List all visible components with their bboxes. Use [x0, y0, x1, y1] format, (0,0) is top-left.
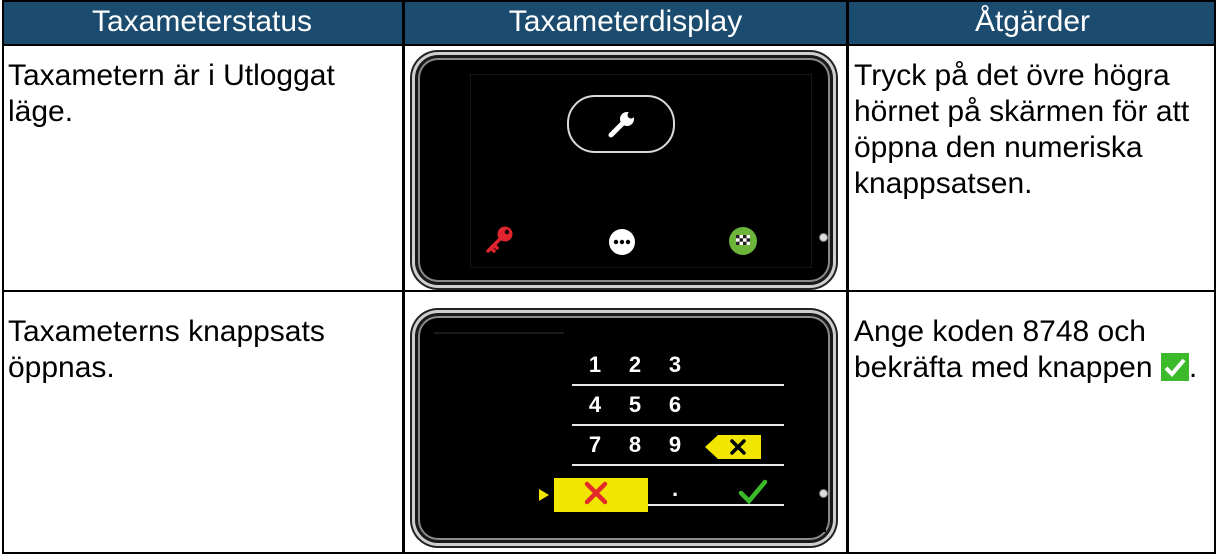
key-3[interactable]: 3 [660, 352, 690, 378]
wrench-icon [608, 111, 635, 138]
key-4[interactable]: 4 [580, 392, 610, 418]
table-border-bottom [2, 552, 1216, 554]
header-display: Taxameterdisplay [405, 0, 846, 44]
keypad-screen: 1 2 3 4 5 6 7 8 9 0 . [434, 328, 826, 532]
key-1[interactable]: 1 [580, 352, 610, 378]
header-actions: Åtgärder [849, 0, 1216, 44]
key-7[interactable]: 7 [580, 432, 610, 458]
row1-status: Taxametern är i Utloggat läge. [8, 59, 335, 128]
taximeter-screen [470, 74, 812, 268]
header-bottom-line [2, 44, 1216, 46]
row2-action: Ange koden 8748 och bekräfta med knappen… [854, 314, 1210, 386]
inline-checkmark-icon [1160, 353, 1189, 381]
row2-action-text: Ange koden 8748 och bekräfta med knappen [854, 315, 1153, 384]
keypad-rule-2 [572, 424, 784, 426]
ellipsis-icon[interactable] [607, 227, 637, 257]
key-2[interactable]: 2 [620, 352, 650, 378]
key-8[interactable]: 8 [620, 432, 650, 458]
key-9[interactable]: 9 [660, 432, 690, 458]
backspace-icon[interactable] [704, 434, 762, 460]
instruction-table: Taxameterstatus Taxameterdisplay Åtgärde… [2, 0, 1216, 554]
table-divider-2 [846, 0, 849, 554]
cross-icon[interactable] [583, 480, 609, 506]
taximeter-device-logged-out [412, 52, 836, 288]
keypad-rule-1 [572, 384, 784, 386]
row2-status: Taxameterns knappsats öppnas. [8, 315, 325, 384]
keypad-rule-3 [572, 464, 784, 466]
arrow-right-icon [539, 489, 549, 501]
key-icon[interactable] [483, 223, 517, 257]
header-status: Taxameterstatus [2, 0, 402, 44]
key-5[interactable]: 5 [620, 392, 650, 418]
checkered-flag-icon[interactable] [727, 225, 759, 257]
table-border-left [2, 0, 4, 554]
row2-action-suffix: . [1188, 351, 1198, 384]
service-button[interactable] [567, 95, 675, 153]
camera-dot [819, 489, 828, 498]
key-decimal[interactable]: . [660, 476, 690, 502]
key-6[interactable]: 6 [660, 392, 690, 418]
checkmark-icon[interactable] [738, 478, 768, 506]
table-border-right [1214, 0, 1216, 554]
row1-action: Tryck på det övre högra hörnet på skärme… [854, 59, 1190, 200]
camera-dot [819, 233, 828, 242]
taximeter-device-keypad: 1 2 3 4 5 6 7 8 9 0 . [412, 310, 836, 546]
row-divider [2, 290, 1216, 292]
table-border-top [2, 0, 1216, 2]
left-panel-rule [434, 332, 564, 334]
table-divider-1 [402, 0, 405, 554]
